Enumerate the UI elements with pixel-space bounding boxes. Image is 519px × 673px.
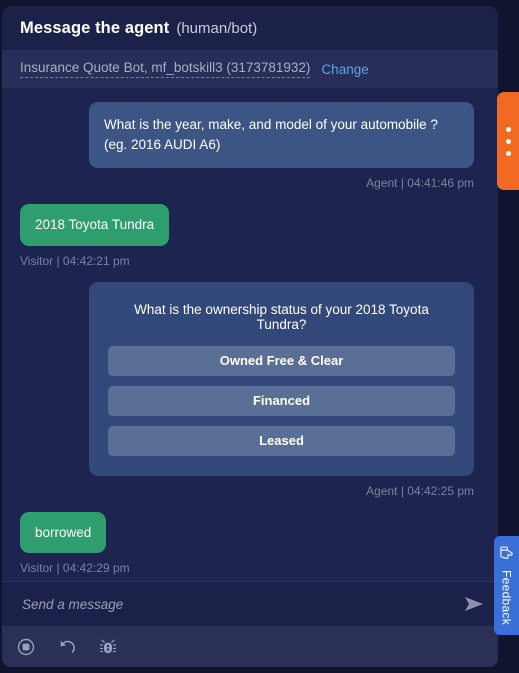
bot-selector-bar: Insurance Quote Bot, mf_botskill3 (31737… bbox=[2, 50, 498, 88]
message-bubble: borrowed bbox=[20, 511, 107, 554]
feedback-tab[interactable]: Feedback bbox=[494, 536, 519, 635]
message-agent-options: What is the ownership status of your 201… bbox=[20, 281, 474, 512]
three-dots-icon bbox=[505, 126, 511, 132]
option-button-leased[interactable]: Leased bbox=[108, 425, 455, 456]
message-meta: Agent | 04:41:46 pm bbox=[366, 176, 474, 191]
page-title: Message the agent bbox=[20, 18, 170, 37]
page-subtitle: (human/bot) bbox=[176, 19, 258, 37]
message-visitor-text: 2018 Toyota Tundra Visitor | 04:42:21 pm bbox=[20, 204, 474, 282]
chat-panel: Message the agent (human/bot) Insurance … bbox=[2, 6, 498, 667]
message-input[interactable] bbox=[20, 595, 464, 613]
option-button-financed[interactable]: Financed bbox=[108, 385, 455, 416]
chat-toolbar bbox=[2, 626, 498, 667]
options-question: What is the ownership status of your 201… bbox=[134, 301, 429, 332]
message-meta: Visitor | 04:42:21 pm bbox=[20, 253, 130, 268]
stop-record-icon[interactable] bbox=[14, 635, 38, 659]
thumbs-up-icon bbox=[499, 545, 514, 565]
panel-header: Message the agent (human/bot) bbox=[2, 6, 498, 50]
feedback-tab-label: Feedback bbox=[499, 570, 514, 626]
message-composer bbox=[2, 581, 498, 626]
message-bubble: 2018 Toyota Tundra bbox=[20, 204, 170, 246]
option-button-owned-free-and-clear[interactable]: Owned Free & Clear bbox=[108, 345, 455, 376]
change-bot-link[interactable]: Change bbox=[321, 62, 368, 77]
message-bubble: What is the year, make, and model of you… bbox=[89, 102, 474, 169]
three-dots-icon bbox=[505, 150, 511, 156]
send-arrow-icon[interactable] bbox=[464, 596, 484, 612]
three-dots-icon bbox=[505, 138, 511, 144]
message-visitor-text: borrowed Visitor | 04:42:29 pm bbox=[20, 511, 474, 581]
message-meta: Agent | 04:42:25 pm bbox=[366, 483, 474, 498]
bot-name-selector[interactable]: Insurance Quote Bot, mf_botskill3 (31737… bbox=[20, 60, 311, 78]
options-card: What is the ownership status of your 201… bbox=[89, 281, 474, 476]
message-meta: Visitor | 04:42:29 pm bbox=[20, 561, 130, 576]
message-agent-text: What is the year, make, and model of you… bbox=[20, 102, 474, 204]
undo-icon[interactable] bbox=[55, 635, 79, 659]
bug-icon[interactable] bbox=[96, 635, 120, 659]
orange-drag-handle-tab[interactable] bbox=[497, 92, 519, 190]
message-list: What is the year, make, and model of you… bbox=[2, 88, 498, 581]
